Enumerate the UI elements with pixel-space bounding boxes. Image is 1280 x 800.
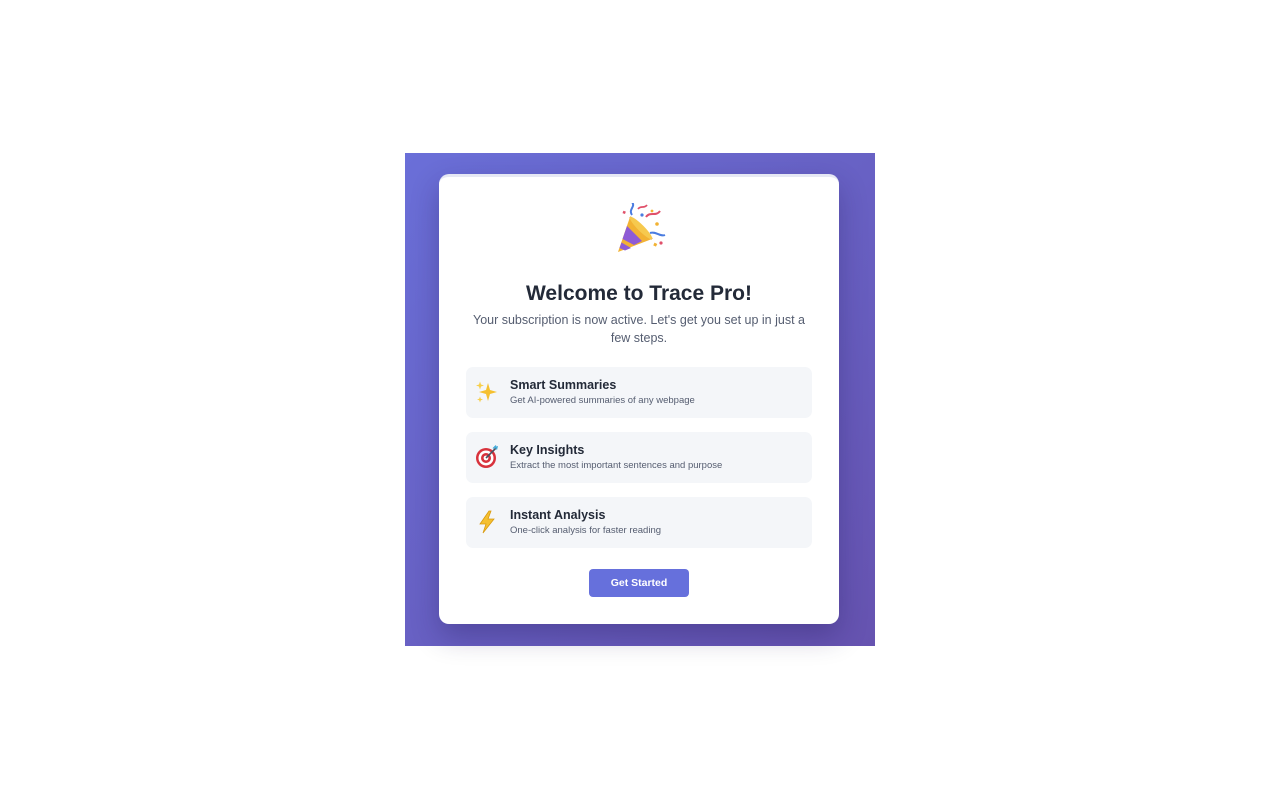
get-started-button[interactable]: Get Started — [589, 569, 689, 597]
feature-card-key-insights: Key Insights Extract the most important … — [466, 432, 812, 483]
target-icon — [475, 445, 499, 469]
feature-description: Get AI-powered summaries of any webpage — [510, 395, 695, 406]
welcome-title: Welcome to Trace Pro! — [525, 282, 753, 305]
sparkles-icon — [475, 380, 499, 404]
extension-popup: Welcome to Trace Pro! Your subscription … — [405, 153, 875, 646]
lightning-icon — [475, 510, 499, 534]
feature-card-smart-summaries: Smart Summaries Get AI-powered summaries… — [466, 367, 812, 418]
welcome-subtitle: Your subscription is now active. Let's g… — [473, 313, 805, 345]
feature-description: Extract the most important sentences and… — [510, 460, 723, 471]
feature-description: One-click analysis for faster reading — [510, 525, 662, 536]
feature-title: Instant Analysis — [510, 508, 606, 522]
party-popper-icon — [439, 203, 839, 257]
feature-title: Key Insights — [510, 443, 585, 457]
welcome-card: Welcome to Trace Pro! Your subscription … — [439, 174, 839, 624]
feature-card-instant-analysis: Instant Analysis One-click analysis for … — [466, 497, 812, 548]
feature-title: Smart Summaries — [510, 378, 617, 392]
